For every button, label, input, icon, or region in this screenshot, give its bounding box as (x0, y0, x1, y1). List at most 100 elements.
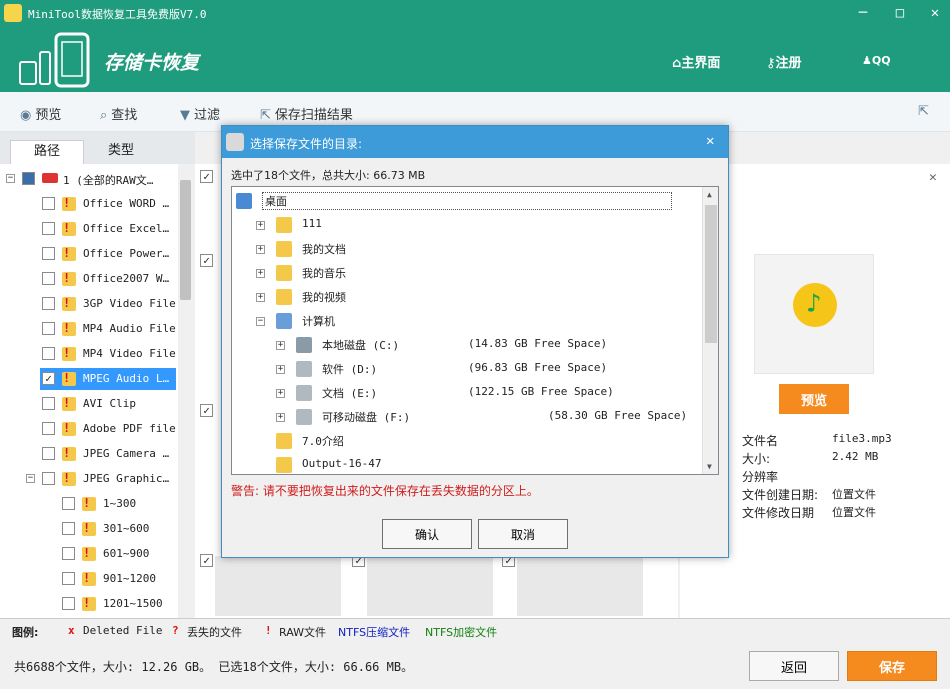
preview-button[interactable]: 预览 (779, 384, 849, 414)
tree-item[interactable]: −! JPEG Graphic… (0, 468, 176, 490)
tree-root[interactable]: − 1 (全部的RAW文… (0, 168, 192, 190)
expand-icon[interactable]: + (256, 221, 265, 230)
preview-toolbar-button[interactable]: ◉ 预览 (20, 104, 61, 123)
expand-icon[interactable]: + (276, 365, 285, 374)
expand-icon[interactable]: + (276, 389, 285, 398)
scroll-down-icon[interactable]: ▼ (707, 462, 712, 471)
close-window-button[interactable]: ✕ (924, 4, 946, 22)
raw-folder-icon: ! (62, 471, 76, 486)
folder-node[interactable]: +111 (232, 215, 700, 237)
tree-item-checkbox[interactable] (42, 197, 55, 210)
tree-item-checkbox[interactable] (42, 272, 55, 285)
key-icon: ⚷ (766, 56, 776, 71)
file-checkbox[interactable]: ✓ (200, 554, 213, 567)
folder-node[interactable]: + 本地磁盘 (C:) (14.83 GB Free Space) (232, 335, 700, 357)
tab-path[interactable]: 路径 (10, 140, 84, 164)
minimize-button[interactable]: ─ (852, 4, 874, 22)
tree-item-checkbox[interactable] (42, 397, 55, 410)
tree-item[interactable]: ! Adobe PDF file (0, 418, 176, 440)
raw-marker-icon: ! (63, 221, 71, 235)
free-space-label: (58.30 GB Free Space) (548, 409, 688, 422)
expand-icon[interactable]: + (256, 269, 265, 278)
select-all-checkbox[interactable]: ✓ (200, 170, 213, 183)
close-preview-icon[interactable]: ✕ (929, 170, 937, 185)
tree-scroll-thumb[interactable] (180, 180, 191, 300)
tree-item-label: 3GP Video File (83, 297, 176, 310)
expand-icon[interactable]: + (256, 293, 265, 302)
cancel-button[interactable]: 取消 (478, 519, 568, 549)
folder-node[interactable]: − 计算机 (232, 311, 700, 333)
save-button[interactable]: 保存 (847, 651, 937, 681)
file-thumbnail[interactable] (517, 556, 643, 616)
tree-subitem[interactable]: ! 601~900 (0, 543, 176, 565)
tree-subitem-checkbox[interactable] (62, 597, 75, 610)
folder-node[interactable]: + 我的视频 (232, 287, 700, 309)
tree-item-checkbox[interactable] (42, 422, 55, 435)
folder-node[interactable]: 桌面 (232, 191, 700, 213)
back-button[interactable]: 返回 (749, 651, 839, 681)
tree-item-checkbox[interactable] (42, 472, 55, 485)
tree-subitem-checkbox[interactable] (62, 497, 75, 510)
tree-item[interactable]: ! JPEG Camera … (0, 443, 176, 465)
tree-item[interactable]: ! 3GP Video File (0, 293, 176, 315)
tree-item[interactable]: ! MP4 Audio File (0, 318, 176, 340)
confirm-button[interactable]: 确认 (382, 519, 472, 549)
home-link[interactable]: ⌂主界面 (672, 52, 720, 71)
expand-icon[interactable]: + (256, 245, 265, 254)
filter-toolbar-button[interactable]: ▼ 过滤 (180, 104, 220, 123)
tree-item-checkbox[interactable] (42, 222, 55, 235)
tree-item-checkbox[interactable] (42, 447, 55, 460)
tree-item-checkbox[interactable]: ✓ (42, 372, 55, 385)
root-checkbox[interactable] (22, 172, 35, 185)
tree-subitem[interactable]: ! 1~300 (0, 493, 176, 515)
tree-item-checkbox[interactable] (42, 297, 55, 310)
folder-tree-scrollbar[interactable]: ▲ ▼ (702, 187, 718, 474)
tree-item[interactable]: ! Office WORD … (0, 193, 176, 215)
file-thumbnail[interactable] (215, 556, 341, 616)
file-checkbox[interactable]: ✓ (200, 404, 213, 417)
maximize-button[interactable]: □ (889, 4, 911, 22)
save-scan-result-button[interactable]: ⇱ 保存扫描结果 (260, 104, 353, 123)
collapse-icon[interactable]: − (26, 474, 35, 483)
collapse-icon[interactable]: − (6, 174, 15, 183)
scroll-up-icon[interactable]: ▲ (707, 190, 712, 199)
tab-type[interactable]: 类型 (84, 140, 158, 164)
folder-node[interactable]: 7.0介绍 (232, 431, 700, 453)
tree-item[interactable]: ✓! MPEG Audio L… (40, 368, 176, 390)
folder-node[interactable]: Output-16-47 (232, 455, 700, 474)
tree-subitem[interactable]: ! 901~1200 (0, 568, 176, 590)
tree-subitem-checkbox[interactable] (62, 572, 75, 585)
tree-item[interactable]: ! Office Excel… (0, 218, 176, 240)
folder-node-label: 软件 (D:) (322, 363, 378, 376)
search-toolbar-button[interactable]: ⌕ 查找 (100, 104, 137, 123)
expand-icon[interactable]: + (276, 341, 285, 350)
share-export-button[interactable]: ⇱ (918, 104, 933, 119)
file-thumbnail[interactable] (367, 556, 493, 616)
folder-node[interactable]: + 可移动磁盘 (F:) (58.30 GB Free Space) (232, 407, 700, 429)
tree-item-checkbox[interactable] (42, 322, 55, 335)
tree-subitem-checkbox[interactable] (62, 522, 75, 535)
tree-item-checkbox[interactable] (42, 347, 55, 360)
tree-subitem[interactable]: ! 1201~1500 (0, 593, 176, 615)
expand-icon[interactable]: + (276, 413, 285, 422)
dialog-close-icon[interactable]: ✕ (706, 133, 714, 149)
register-link[interactable]: ⚷注册 (766, 52, 802, 71)
folder-node[interactable]: + 我的文档 (232, 239, 700, 261)
folder-node[interactable]: + 软件 (D:) (96.83 GB Free Space) (232, 359, 700, 381)
tree-item-checkbox[interactable] (42, 247, 55, 260)
tree-subitem-label: 601~900 (103, 547, 150, 560)
tree-subitem[interactable]: ! 301~600 (0, 518, 176, 540)
tree-item[interactable]: ! Office2007 W… (0, 268, 176, 290)
tree-scrollbar[interactable] (178, 164, 193, 618)
tree-item[interactable]: ! Office Power… (0, 243, 176, 265)
file-checkbox[interactable]: ✓ (200, 254, 213, 267)
tree-item[interactable]: ! MP4 Video File (0, 343, 176, 365)
tree-subitem-checkbox[interactable] (62, 547, 75, 560)
folder-node[interactable]: + 文档 (E:) (122.15 GB Free Space) (232, 383, 700, 405)
collapse-icon[interactable]: − (256, 317, 265, 326)
folder-node[interactable]: + 我的音乐 (232, 263, 700, 285)
qq-link[interactable]: ♟QQ (862, 54, 891, 67)
tree-subitem-label: 301~600 (103, 522, 150, 535)
folder-tree-scroll-thumb[interactable] (705, 205, 717, 343)
tree-item[interactable]: ! AVI Clip (0, 393, 176, 415)
